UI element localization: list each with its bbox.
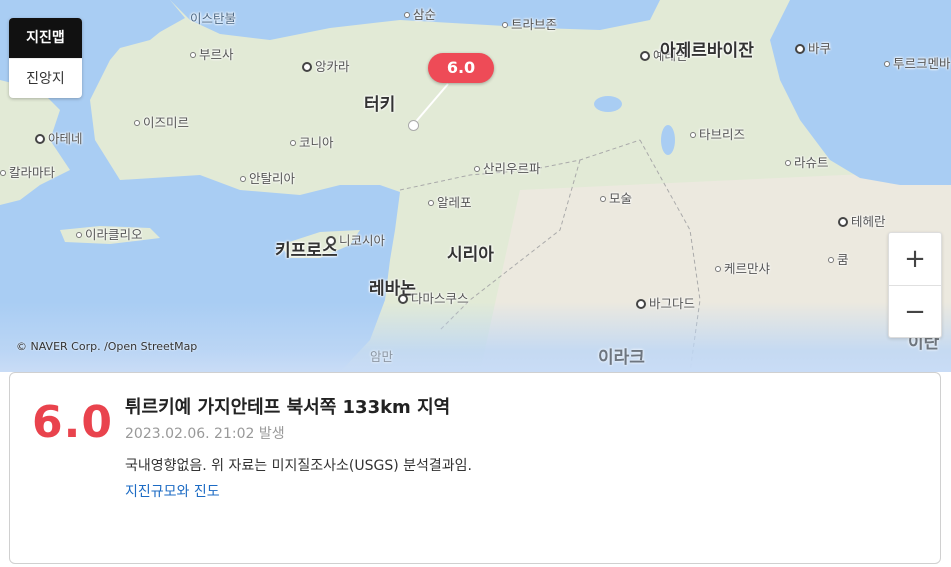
epicenter-marker[interactable] <box>408 120 419 131</box>
earthquake-location: 튀르키예 가지안테프 북서쪽 133km 지역 <box>125 397 451 418</box>
magnitude-bubble[interactable]: 6.0 <box>428 53 494 83</box>
earthquake-time: 2023.02.06. 21:02 발생 <box>125 426 285 442</box>
zoom-control: + − <box>888 232 942 338</box>
magnitude-value: 6.0 <box>32 397 113 448</box>
map-copyright: © NAVER Corp. /Open StreetMap <box>16 340 198 353</box>
tab-earthquake-map[interactable]: 지진맵 <box>9 18 82 58</box>
zoom-in-button[interactable]: + <box>889 233 941 286</box>
earthquake-info-card: 6.0 튀르키예 가지안테프 북서쪽 133km 지역 2023.02.06. … <box>9 372 941 564</box>
magnitude-intensity-link[interactable]: 지진규모와 진도 <box>125 481 220 501</box>
impact-note: 국내영향없음. 위 자료는 미지질조사소(USGS) 분석결과임. <box>125 458 472 474</box>
zoom-out-button[interactable]: − <box>889 286 941 338</box>
map-view-toggle: 지진맵 진앙지 <box>9 18 82 98</box>
earthquake-map[interactable]: 이스탄불 삼순 트라브존 부르사 앙카라 예레반 아제르바이잔 바쿠 투르크멘바… <box>0 0 951 372</box>
tab-epicenter[interactable]: 진앙지 <box>9 58 82 98</box>
